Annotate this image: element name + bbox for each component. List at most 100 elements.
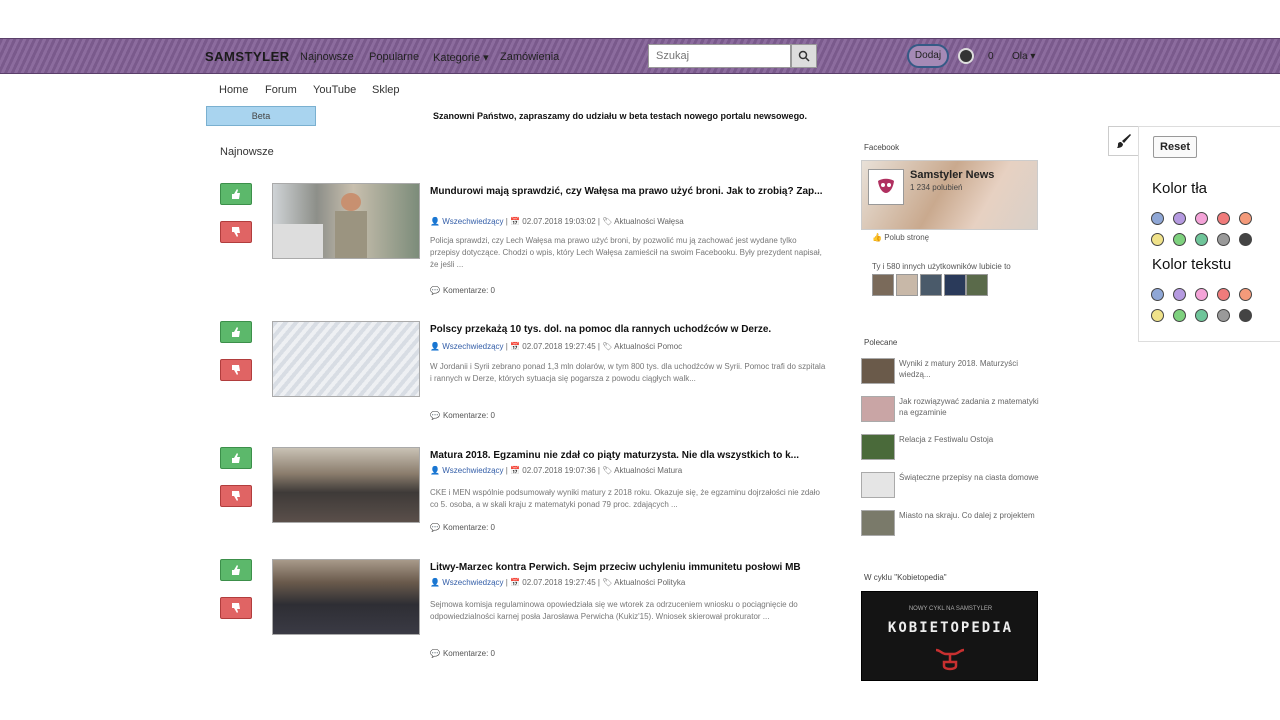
subnav-forum[interactable]: Forum	[265, 84, 297, 96]
article-comments[interactable]: 💬 Komentarze: 0	[430, 649, 495, 658]
article-tags[interactable]: Aktualności Matura	[614, 466, 682, 475]
article-excerpt: Policja sprawdzi, czy Lech Wałęsa ma pra…	[430, 236, 822, 269]
article-thumbnail[interactable]	[272, 183, 420, 259]
facebook-page-name[interactable]: Samstyler News	[910, 169, 994, 181]
subnav-youtube[interactable]: YouTube	[313, 84, 356, 96]
article-author[interactable]: Wszechwiedzący	[442, 578, 503, 587]
facebook-fan-avatar[interactable]	[944, 274, 966, 296]
color-swatch[interactable]	[1217, 212, 1230, 225]
nav-link-kategorie[interactable]: Kategorie ▾	[433, 51, 489, 64]
search-button[interactable]	[791, 44, 817, 68]
popular-item-title: Relacja z Festiwalu Ostoja	[899, 435, 994, 444]
comments-count: Komentarze: 0	[442, 286, 495, 295]
color-swatch[interactable]	[1173, 288, 1186, 301]
avatar[interactable]	[958, 48, 974, 64]
article-comments[interactable]: 💬 Komentarze: 0	[430, 411, 495, 420]
color-swatch[interactable]	[1239, 212, 1252, 225]
article-meta: 👤 Wszechwiedzący | 📅 02.07.2018 19:03:02…	[430, 217, 684, 226]
downvote-button[interactable]	[220, 221, 252, 243]
like-icon: 👍	[872, 233, 882, 242]
search-input[interactable]	[648, 44, 791, 68]
subnav-home[interactable]: Home	[219, 84, 248, 96]
article-title[interactable]: Matura 2018. Egzaminu nie zdał co piąty …	[430, 449, 830, 462]
popular-item[interactable]: Wyniki z matury 2018. Maturzyści wiedzą.…	[861, 358, 1041, 388]
color-swatch[interactable]	[1239, 309, 1252, 322]
facebook-page-followers: 1 234 polubień	[910, 183, 963, 192]
article-title[interactable]: Mundurowi mają sprawdzić, czy Wałęsa ma …	[430, 185, 830, 198]
nav-link-najnowsze[interactable]: Najnowsze	[300, 51, 354, 63]
nav-link-popularne[interactable]: Popularne	[369, 51, 419, 63]
popular-item[interactable]: Miasto na skraju. Co dalej z projektem	[861, 510, 1041, 540]
article-tags[interactable]: Aktualności Wałęsa	[614, 217, 684, 226]
user-menu[interactable]: Ola ▾	[1012, 51, 1035, 62]
article-excerpt: Sejmowa komisja regulaminowa opowiedział…	[430, 600, 798, 621]
popular-item-title: Miasto na skraju. Co dalej z projektem	[899, 511, 1035, 520]
article-author[interactable]: Wszechwiedzący	[442, 217, 503, 226]
article-tags[interactable]: Aktualności Pomoc	[614, 342, 682, 351]
downvote-button[interactable]	[220, 597, 252, 619]
popular-item[interactable]: Jak rozwiązywać zadania z matematyki na …	[861, 396, 1041, 426]
color-swatch[interactable]	[1151, 212, 1164, 225]
article-excerpt: W Jordanii i Syrii zebrano ponad 1,3 mln…	[430, 362, 826, 383]
popular-item-title: Świąteczne przepisy na ciasta domowe	[899, 473, 1039, 482]
color-swatch[interactable]	[1151, 233, 1164, 246]
color-swatch[interactable]	[1239, 233, 1252, 246]
downvote-button[interactable]	[220, 359, 252, 381]
thumb-up-icon	[232, 565, 240, 575]
article-comments[interactable]: 💬 Komentarze: 0	[430, 523, 495, 532]
article-comments[interactable]: 💬 Komentarze: 0	[430, 286, 495, 295]
color-swatch[interactable]	[1151, 309, 1164, 322]
article-date: 02.07.2018 19:03:02	[522, 217, 596, 226]
promo-heading: W cyklu "Kobietopedia"	[864, 573, 947, 582]
thumb-down-icon	[232, 491, 240, 501]
article-title[interactable]: Litwy-Marzec kontra Perwich. Sejm przeci…	[430, 561, 830, 574]
article-author[interactable]: Wszechwiedzący	[442, 342, 503, 351]
popular-item[interactable]: Świąteczne przepisy na ciasta domowe	[861, 472, 1041, 502]
upvote-button[interactable]	[220, 559, 252, 581]
article-thumbnail[interactable]	[272, 321, 420, 397]
upvote-button[interactable]	[220, 447, 252, 469]
thumb-down-icon	[232, 603, 240, 613]
color-swatch[interactable]	[1151, 288, 1164, 301]
color-swatch[interactable]	[1173, 309, 1186, 322]
color-swatch[interactable]	[1217, 288, 1230, 301]
article-thumbnail[interactable]	[272, 447, 420, 523]
downvote-button[interactable]	[220, 485, 252, 507]
article-title[interactable]: Polscy przekażą 10 tys. dol. na pomoc dl…	[430, 323, 830, 336]
add-button[interactable]: Dodaj	[907, 44, 949, 68]
thumb-down-icon	[232, 227, 240, 237]
color-swatch[interactable]	[1173, 212, 1186, 225]
color-swatch[interactable]	[1195, 212, 1208, 225]
reset-button[interactable]: Reset	[1153, 136, 1197, 158]
article-author[interactable]: Wszechwiedzący	[442, 466, 503, 475]
color-swatch[interactable]	[1217, 309, 1230, 322]
notification-count[interactable]: 0	[988, 51, 994, 62]
nav-link-zamowienia[interactable]: Zamówienia	[500, 51, 559, 63]
color-swatch[interactable]	[1195, 309, 1208, 322]
upvote-button[interactable]	[220, 321, 252, 343]
facebook-fan-avatar[interactable]	[896, 274, 918, 296]
popular-item[interactable]: Relacja z Festiwalu Ostoja	[861, 434, 1041, 464]
color-swatch[interactable]	[1217, 233, 1230, 246]
facebook-fan-avatar[interactable]	[966, 274, 988, 296]
color-swatch[interactable]	[1239, 288, 1252, 301]
subnav-sklep[interactable]: Sklep	[372, 84, 400, 96]
uterus-icon	[935, 648, 965, 671]
popular-thumb	[861, 510, 895, 536]
color-swatch[interactable]	[1195, 233, 1208, 246]
facebook-fan-avatar[interactable]	[920, 274, 942, 296]
facebook-fan-avatar[interactable]	[872, 274, 894, 296]
color-panel-toggle[interactable]	[1108, 126, 1138, 156]
facebook-like-button[interactable]: 👍 Polub stronę	[872, 233, 929, 242]
upvote-button[interactable]	[220, 183, 252, 205]
popular-heading: Polecane	[864, 338, 898, 347]
brand-logo[interactable]: SAMSTYLER	[205, 49, 290, 64]
article-tags[interactable]: Aktualności Polityka	[614, 578, 685, 587]
color-swatch[interactable]	[1173, 233, 1186, 246]
comment-icon: 💬	[430, 286, 440, 295]
color-swatch[interactable]	[1195, 288, 1208, 301]
promo-banner[interactable]: NOWY CYKL NA SAMSTYLER KOBIETOPEDIA	[861, 591, 1038, 681]
facebook-widget[interactable]: Samstyler News 1 234 polubień	[861, 160, 1038, 230]
beta-button[interactable]: Beta	[206, 106, 316, 126]
article-thumbnail[interactable]	[272, 559, 420, 635]
